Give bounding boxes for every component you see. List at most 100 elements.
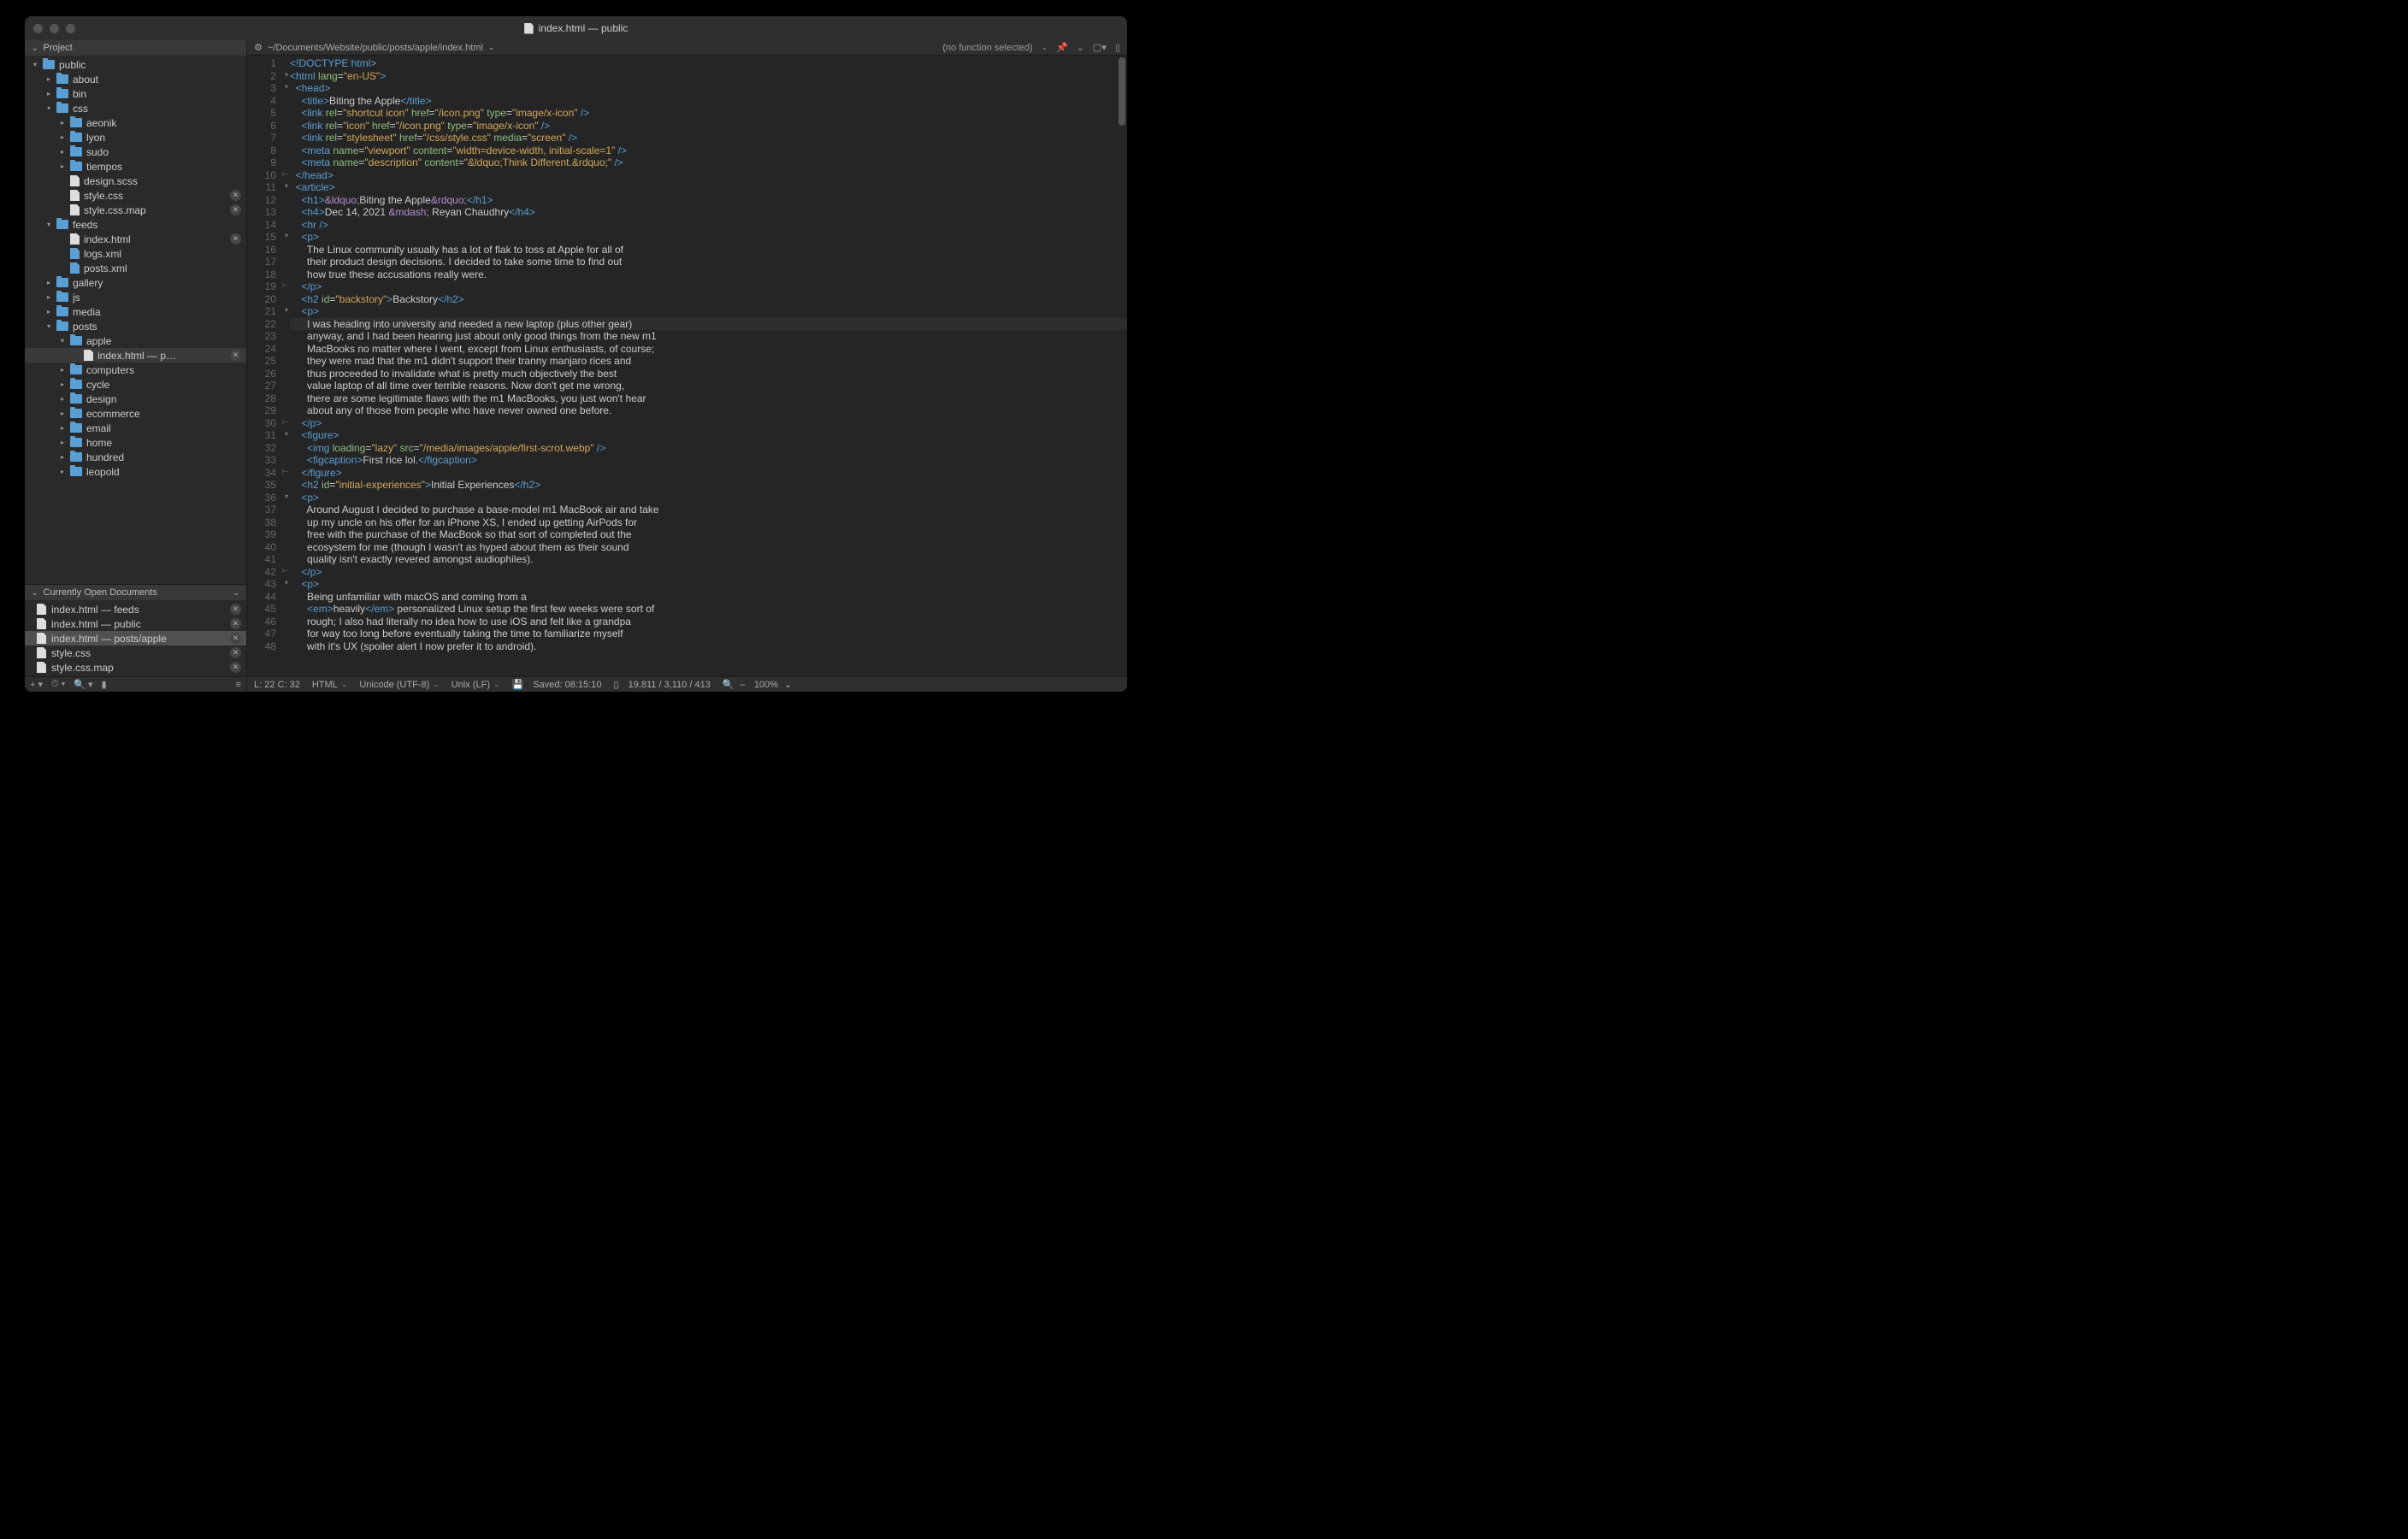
code-line[interactable]: free with the purchase of the MacBook so… [290, 528, 1127, 541]
file-item[interactable]: ▸posts.xml✕ [25, 261, 246, 275]
file-item[interactable]: ▸style.css.map✕ [25, 203, 246, 217]
folder-item[interactable]: ▸aeonik✕ [25, 115, 246, 130]
code-line[interactable]: <p> [290, 231, 1127, 244]
code-line[interactable]: their product design decisions. I decide… [290, 256, 1127, 268]
folder-item[interactable]: ▸leopold✕ [25, 464, 246, 479]
line-number[interactable]: 43▾ [247, 578, 290, 591]
code-line[interactable]: <link rel="shortcut icon" href="/icon.pn… [290, 107, 1127, 120]
line-number[interactable]: 5 [247, 107, 290, 120]
fold-marker[interactable]: ▾ [285, 430, 288, 438]
dropdown-icon[interactable]: ⌄ [1042, 43, 1048, 52]
line-number[interactable]: 2▾ [247, 70, 290, 83]
code-line[interactable]: <!DOCTYPE html> [290, 57, 1127, 70]
code-line[interactable]: </figure> [290, 467, 1127, 480]
code-line[interactable]: <h1>&ldquo;Biting the Apple&rdquo;</h1> [290, 194, 1127, 207]
line-number[interactable]: 19⊢ [247, 280, 290, 293]
zoom-dot[interactable] [66, 24, 75, 33]
disclosure-triangle[interactable]: ▸ [59, 133, 66, 141]
close-icon[interactable]: ✕ [230, 204, 241, 215]
line-number[interactable]: 36▾ [247, 492, 290, 504]
code-line[interactable]: MacBooks no matter where I went, except … [290, 343, 1127, 356]
disclosure-triangle[interactable]: ▸ [59, 395, 66, 403]
code-line[interactable]: rough; I also had literally no idea how … [290, 616, 1127, 628]
code-line[interactable]: value laptop of all time over terrible r… [290, 380, 1127, 392]
open-document-item[interactable]: index.html — posts/apple✕ [25, 631, 246, 646]
folder-item[interactable]: ▸hundred✕ [25, 450, 246, 464]
fold-marker[interactable]: ▾ [285, 83, 288, 91]
search-icon[interactable]: 🔍 ▾ [74, 679, 92, 690]
code-line[interactable]: <link rel="icon" href="/icon.png" type="… [290, 120, 1127, 133]
pin-icon[interactable]: 📌 [1056, 42, 1068, 53]
code-line[interactable]: <h2 id="backstory">Backstory</h2> [290, 293, 1127, 306]
file-item[interactable]: ▸logs.xml✕ [25, 246, 246, 261]
folder-item[interactable]: ▸cycle✕ [25, 377, 246, 392]
disclosure-triangle[interactable]: ▸ [45, 308, 52, 315]
code-line[interactable]: <head> [290, 82, 1127, 95]
line-number[interactable]: 32 [247, 442, 290, 455]
disclosure-triangle[interactable]: ▾ [45, 221, 52, 228]
disclosure-triangle[interactable]: ▸ [59, 148, 66, 156]
cursor-position[interactable]: L: 22 C: 32 [254, 680, 300, 690]
line-number[interactable]: 35 [247, 479, 290, 492]
folder-item[interactable]: ▸about✕ [25, 72, 246, 86]
fold-marker[interactable]: ▾ [285, 232, 288, 239]
disclosure-triangle[interactable]: ▸ [59, 424, 66, 432]
code-line[interactable]: they were mad that the m1 didn't support… [290, 355, 1127, 368]
line-number[interactable]: 7 [247, 132, 290, 144]
code-line[interactable]: <figure> [290, 429, 1127, 442]
line-number[interactable]: 33 [247, 454, 290, 467]
disclosure-triangle[interactable]: ▸ [45, 279, 52, 286]
close-icon[interactable]: ✕ [230, 618, 241, 629]
line-number[interactable]: 20 [247, 293, 290, 306]
folder-item[interactable]: ▾feeds✕ [25, 217, 246, 232]
disclosure-triangle[interactable]: ▾ [59, 337, 66, 345]
folder-item[interactable]: ▸js✕ [25, 290, 246, 304]
folder-item[interactable]: ▸sudo✕ [25, 144, 246, 159]
code-line[interactable]: <h2 id="initial-experiences">Initial Exp… [290, 479, 1127, 492]
line-number[interactable]: 27 [247, 380, 290, 392]
open-docs-list[interactable]: index.html — feeds✕index.html — public✕i… [25, 600, 246, 676]
line-number[interactable]: 1 [247, 57, 290, 70]
chevron-down-icon[interactable]: ⌄ [233, 588, 239, 598]
line-number[interactable]: 8 [247, 144, 290, 157]
line-number[interactable]: 38 [247, 516, 290, 529]
language-selector[interactable]: HTML [312, 680, 348, 690]
line-number[interactable]: 17 [247, 256, 290, 268]
disclosure-triangle[interactable]: ▸ [59, 380, 66, 388]
open-document-item[interactable]: style.css.map✕ [25, 660, 246, 675]
disclosure-triangle[interactable]: ▸ [59, 366, 66, 374]
minimize-dot[interactable] [50, 24, 59, 33]
code-line[interactable]: </head> [290, 169, 1127, 182]
code-line[interactable]: for way too long before eventually takin… [290, 628, 1127, 640]
line-number[interactable]: 42⊢ [247, 566, 290, 579]
close-icon[interactable]: ✕ [230, 190, 241, 201]
fold-marker[interactable]: ▾ [285, 306, 288, 314]
recent-icon[interactable]: ⏱ ▾ [51, 679, 65, 690]
line-number[interactable]: 14 [247, 219, 290, 232]
fold-marker[interactable]: ▾ [285, 492, 288, 500]
code-line[interactable]: thus proceeded to invalidate what is pre… [290, 368, 1127, 380]
line-number[interactable]: 30⊢ [247, 417, 290, 430]
code-line[interactable]: </p> [290, 566, 1127, 579]
line-number[interactable]: 40 [247, 541, 290, 554]
line-number-gutter[interactable]: 12▾3▾45678910⊢11▾12131415▾16171819⊢2021▾… [247, 56, 290, 676]
fold-marker[interactable]: ⊢ [282, 418, 288, 426]
line-number[interactable]: 29 [247, 404, 290, 417]
line-number[interactable]: 6 [247, 120, 290, 133]
line-number[interactable]: 28 [247, 392, 290, 405]
menu-icon[interactable]: ≡ [236, 680, 241, 690]
add-icon[interactable]: + ▾ [30, 679, 43, 690]
open-document-item[interactable]: index.html — public✕ [25, 616, 246, 631]
code-line[interactable]: </p> [290, 280, 1127, 293]
disclosure-triangle[interactable]: ▸ [59, 162, 66, 170]
code-line[interactable]: <meta name="description" content="&ldquo… [290, 156, 1127, 169]
line-number[interactable]: 24 [247, 343, 290, 356]
function-selector[interactable]: (no function selected) [942, 43, 1032, 53]
code-line[interactable]: <p> [290, 492, 1127, 504]
close-icon[interactable]: ✕ [230, 233, 241, 245]
code-line[interactable]: Being unfamiliar with macOS and coming f… [290, 591, 1127, 604]
gear-icon[interactable]: ⚙ [254, 42, 263, 53]
folder-item[interactable]: ▸lyon✕ [25, 130, 246, 144]
layout-icon[interactable]: ▮ [102, 679, 107, 690]
disclosure-triangle[interactable]: ▸ [59, 119, 66, 127]
